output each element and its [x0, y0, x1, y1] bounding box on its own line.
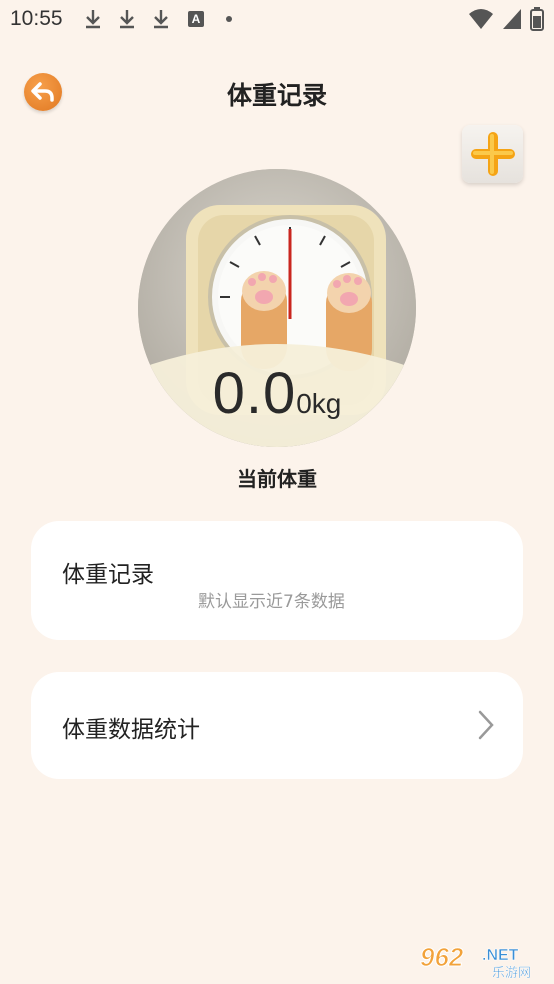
svg-text:962: 962 — [420, 942, 464, 972]
card-title: 体重数据统计 — [62, 717, 200, 743]
download-icon — [86, 10, 100, 29]
dot-icon — [226, 16, 232, 22]
svg-text:.NET: .NET — [482, 947, 519, 964]
weight-value: 0.0 — [212, 361, 297, 426]
weight-records-card[interactable]: 体重记录 默认显示近7条数据 — [31, 521, 523, 640]
status-time: 10:55 — [10, 7, 63, 30]
page-title: 体重记录 — [226, 81, 327, 110]
system-icons — [468, 7, 544, 31]
current-weight-display: 0.00kg — [0, 360, 554, 427]
battery-icon — [530, 7, 544, 31]
status-bar: 10:55 A — [0, 0, 554, 38]
card-title: 体重记录 — [62, 562, 154, 588]
watermark-logo: 962 .NET 乐游网 — [416, 940, 550, 982]
download-icon — [120, 10, 134, 29]
notification-icons: A — [82, 8, 232, 30]
add-record-button[interactable] — [462, 125, 523, 183]
card-subtitle: 默认显示近7条数据 — [198, 592, 345, 612]
weight-unit: 0kg — [296, 388, 342, 419]
weight-stats-card[interactable]: 体重数据统计 — [31, 672, 523, 779]
a-icon: A — [188, 11, 204, 27]
plus-icon — [471, 132, 515, 176]
current-weight-label: 当前体重 — [237, 467, 317, 491]
download-icon — [154, 10, 168, 29]
wifi-icon — [469, 9, 493, 29]
signal-icon — [503, 9, 521, 29]
svg-text:乐游网: 乐游网 — [492, 966, 531, 980]
chevron-right-icon — [478, 710, 494, 740]
